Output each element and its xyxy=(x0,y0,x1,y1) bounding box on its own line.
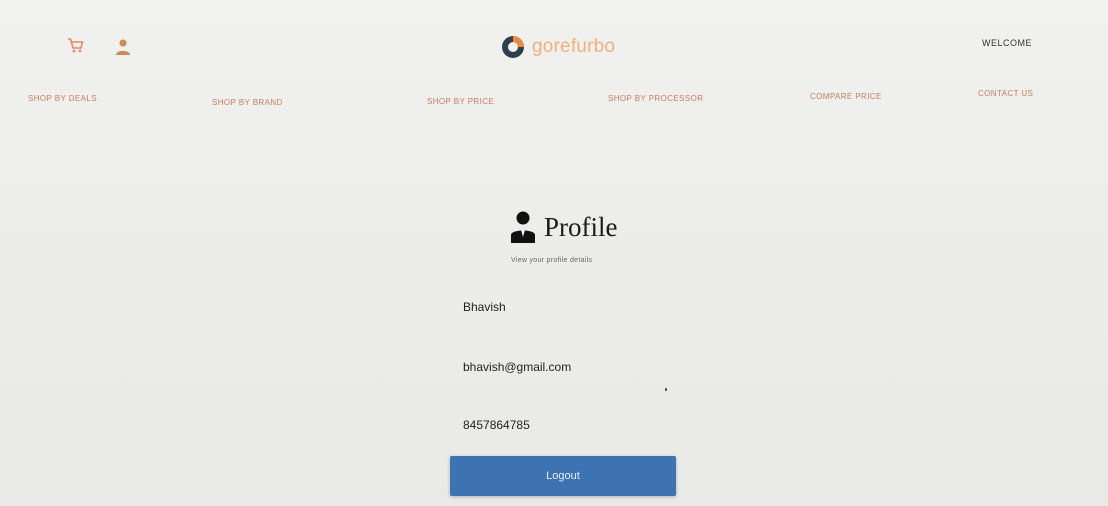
stray-dot xyxy=(665,388,667,391)
nav-item-brand[interactable]: SHOP BY BRAND xyxy=(212,98,283,107)
page-title: Profile xyxy=(544,211,618,242)
person-icon xyxy=(510,210,536,244)
brand-name: gorefurbo xyxy=(532,36,616,57)
nav-item-contact[interactable]: CONTACT US xyxy=(978,89,1033,98)
user-icon[interactable] xyxy=(114,38,132,56)
category-nav: SHOP BY DEALS SHOP BY BRAND SHOP BY PRIC… xyxy=(0,89,1108,109)
profile-email: bhavish@gmail.com xyxy=(463,360,572,374)
gorefurbo-logo-icon xyxy=(500,34,526,60)
cart-icon[interactable] xyxy=(66,36,84,54)
nav-item-price[interactable]: SHOP BY PRICE xyxy=(427,97,494,106)
brand-logo-link[interactable]: gorefurbo xyxy=(500,34,615,60)
account-link[interactable]: WELCOME xyxy=(982,38,1032,48)
profile-phone: 8457864785 xyxy=(463,418,530,432)
profile-name: Bhavish xyxy=(463,300,506,314)
nav-item-processor[interactable]: SHOP BY PROCESSOR xyxy=(608,94,703,103)
profile-title: Profile xyxy=(510,210,618,244)
profile-subtitle: View your profile details xyxy=(511,257,593,264)
nav-item-compare[interactable]: COMPARE PRICE xyxy=(810,92,882,101)
logout-button[interactable]: Logout xyxy=(450,456,676,496)
nav-item-deals[interactable]: SHOP BY DEALS xyxy=(28,94,97,103)
site-header: gorefurbo WELCOME xyxy=(0,0,1108,80)
